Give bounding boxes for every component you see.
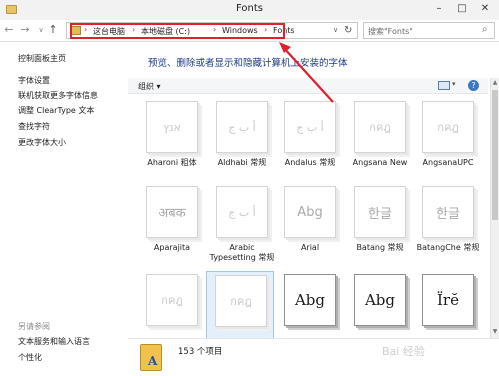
see-also-heading: 另请参阅: [18, 322, 50, 331]
font-preview: กคฎ: [146, 274, 198, 326]
annotation-highlight-box: [70, 23, 285, 39]
font-tile-arial[interactable]: Abg Arial: [276, 183, 344, 275]
organize-button[interactable]: 组织 ▾: [138, 81, 161, 92]
help-icon[interactable]: ?: [468, 80, 479, 91]
font-name: Aharoni 粗体: [147, 158, 197, 167]
font-preview: أ ب ج: [216, 101, 268, 153]
font-sample: أ ب ج: [228, 205, 256, 219]
font-sample: 한글: [436, 206, 460, 222]
font-preview: 한글: [422, 186, 474, 238]
refresh-icon[interactable]: ↻: [344, 25, 352, 36]
view-options-icon[interactable]: [438, 81, 450, 90]
font-preview: أ ب ج: [284, 101, 336, 153]
maximize-button[interactable]: □: [455, 3, 469, 15]
search-placeholder: 搜索"Fonts": [368, 27, 413, 36]
chevron-down-icon[interactable]: ▾: [452, 80, 456, 88]
font-tile-batangche[interactable]: 한글 BatangChe 常规: [414, 183, 482, 275]
font-sample: กคฎ: [230, 295, 252, 308]
status-bar: 153 个项目: [128, 338, 499, 376]
font-tile-angsana-new[interactable]: กคฎ Angsana New: [346, 98, 414, 190]
text-services-link[interactable]: 文本服务和输入语言: [18, 336, 90, 347]
font-preview: กคฎ: [354, 101, 406, 153]
font-preview: Ïrĕ: [422, 274, 474, 326]
font-preview: 한글: [354, 186, 406, 238]
font-sample: Abg: [294, 291, 326, 309]
font-sample: Abg: [297, 204, 323, 220]
font-preview: Abg: [284, 274, 336, 326]
item-count: 153 个项目: [178, 347, 223, 357]
font-name: Aldhabi 常规: [217, 158, 267, 167]
search-input[interactable]: 搜索"Fonts" ⌕: [363, 22, 495, 39]
close-button[interactable]: ✕: [478, 3, 492, 15]
font-name: Andalus 常规: [284, 158, 336, 167]
font-tile-aharoni[interactable]: אנץ Aharoni 粗体: [138, 98, 206, 190]
font-name: AngsanaUPC: [422, 158, 474, 167]
font-tile-andalus[interactable]: أ ب ج Andalus 常规: [276, 98, 344, 190]
control-panel-home-link[interactable]: 控制面板主页: [18, 53, 66, 64]
font-sample: กคฎ: [161, 294, 183, 307]
font-sample: Ïrĕ: [437, 291, 459, 309]
search-icon[interactable]: ⌕: [482, 24, 488, 35]
font-sample: अबक: [158, 206, 186, 221]
font-tile-batang[interactable]: 한글 Batang 常规: [346, 183, 414, 275]
font-preview: Abg: [354, 274, 406, 326]
get-more-fonts-link[interactable]: 联机获取更多字体信息: [18, 90, 98, 101]
scroll-down-arrow[interactable]: ▼: [491, 328, 499, 335]
font-sample: أ ب ج: [296, 120, 324, 134]
up-button[interactable]: ↑: [46, 23, 60, 37]
scroll-up-arrow[interactable]: ▲: [491, 79, 499, 86]
font-name: Batang 常规: [356, 243, 404, 252]
font-settings-link[interactable]: 字体设置: [18, 75, 50, 86]
find-character-link[interactable]: 查找字符: [18, 121, 50, 132]
font-sample: אנץ: [163, 120, 181, 134]
font-preview: กคฎ: [215, 275, 267, 327]
font-sample: 한글: [368, 206, 392, 222]
font-sample: กคฎ: [369, 121, 391, 134]
command-bar: 组织 ▾ ▾ ?: [128, 78, 488, 94]
scroll-thumb[interactable]: [492, 90, 498, 220]
font-preview: अबक: [146, 186, 198, 238]
font-tile-arabic-typesetting[interactable]: أ ب ج Arabic Typesetting 常规: [208, 183, 276, 275]
font-name: BatangChe 常规: [416, 243, 480, 252]
title-bar: Fonts – □ ✕: [0, 0, 499, 20]
font-preview: Abg: [284, 186, 336, 238]
back-button[interactable]: ←: [2, 23, 16, 37]
font-tile-aparajita[interactable]: अबक Aparajita: [138, 183, 206, 275]
personalization-link[interactable]: 个性化: [18, 352, 42, 363]
font-sample: Abg: [364, 291, 396, 309]
chevron-down-icon[interactable]: ∨: [333, 26, 338, 34]
font-name: Arabic Typesetting 常规: [209, 243, 275, 262]
watermark: Bai 经验: [382, 345, 425, 358]
cleartype-link[interactable]: 调整 ClearType 文本: [18, 105, 94, 116]
font-sample: أ ب ج: [228, 120, 256, 134]
font-preview: אנץ: [146, 101, 198, 153]
forward-button[interactable]: →: [18, 23, 32, 37]
font-name: Angsana New: [352, 158, 408, 167]
left-pane: 控制面板主页 字体设置 联机获取更多字体信息 调整 ClearType 文本 查…: [0, 43, 128, 376]
fonts-folder-icon: [140, 344, 162, 371]
font-name: Aparajita: [153, 243, 191, 252]
font-tile-angsanaupc[interactable]: กคฎ AngsanaUPC: [414, 98, 482, 190]
page-description: 预览、删除或者显示和隐藏计算机上安装的字体: [148, 58, 348, 69]
font-tile-aldhabi[interactable]: أ ب ج Aldhabi 常规: [208, 98, 276, 190]
font-preview: กคฎ: [422, 101, 474, 153]
vertical-scrollbar[interactable]: ▲ ▼: [490, 78, 499, 338]
minimize-button[interactable]: –: [432, 3, 446, 15]
font-sample: กคฎ: [437, 121, 459, 134]
font-preview: أ ب ج: [216, 186, 268, 238]
main-content: 预览、删除或者显示和隐藏计算机上安装的字体 组织 ▾ ▾ ? אנץ Aharo…: [128, 43, 499, 376]
window-title: Fonts: [236, 3, 263, 14]
font-name: Arial: [300, 243, 320, 252]
change-font-size-link[interactable]: 更改字体大小: [18, 137, 66, 148]
